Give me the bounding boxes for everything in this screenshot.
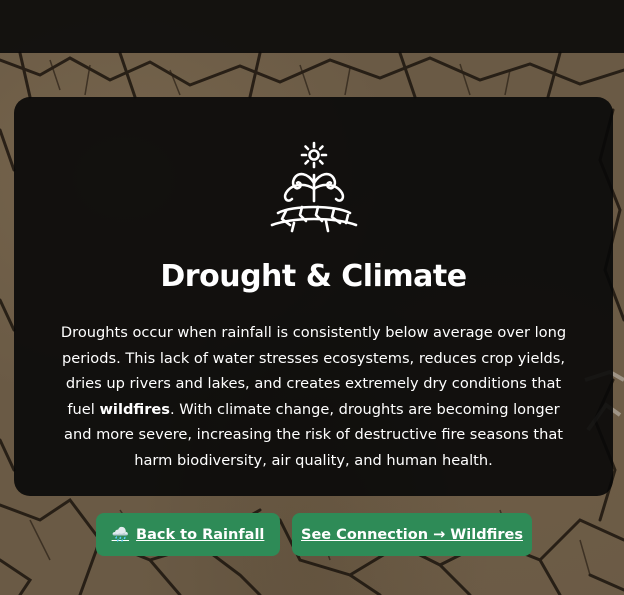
back-to-rainfall-button[interactable]: 🌧️ Back to Rainfall	[96, 513, 280, 556]
rain-cloud-icon: 🌧️	[111, 526, 130, 543]
drought-info-card: Drought & Climate Droughts occur when ra…	[14, 97, 613, 496]
see-connection-wildfires-button[interactable]: See Connection → Wildfires	[292, 513, 532, 556]
card-description: Droughts occur when rainfall is consiste…	[54, 320, 573, 474]
next-button-label: See Connection → Wildfires	[301, 526, 523, 543]
drought-plant-sun-icon	[264, 139, 364, 239]
card-title: Drought & Climate	[160, 259, 467, 294]
back-button-label: Back to Rainfall	[136, 526, 265, 543]
description-highlight-wildfires: wildfires	[99, 400, 170, 418]
top-shade-band	[0, 0, 624, 53]
